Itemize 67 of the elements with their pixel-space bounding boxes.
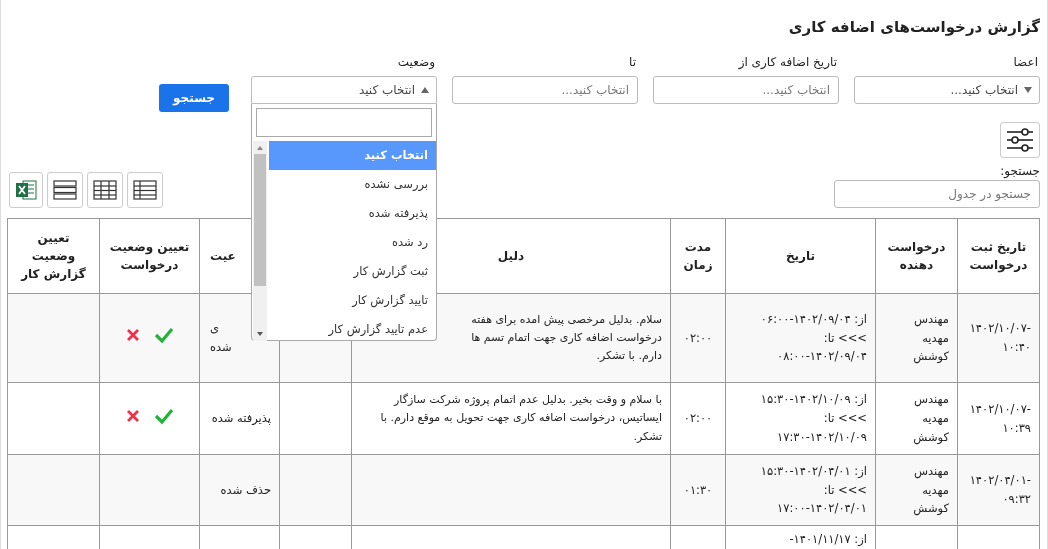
table-cell: از: ۱۴۰۲/۰۹/۰۴-۰۶:۰۰ >>> تا: ۱۴۰۲/۰۹/۰۴-۰۸:۰۰	[760, 311, 867, 364]
field-label: وضعیت	[397, 54, 435, 71]
table-cell-line: شده	[210, 339, 232, 356]
column-header: دلیل	[497, 249, 525, 263]
field-label: اعضا	[1013, 54, 1038, 71]
dropdown-option[interactable]: پذیرفته شده	[269, 199, 436, 228]
column-header: مدت زمان	[683, 240, 713, 272]
list-view-button[interactable]	[47, 172, 83, 208]
sliders-icon	[1006, 127, 1034, 153]
scroll-up-icon[interactable]	[257, 146, 263, 150]
scroll-down-icon[interactable]	[257, 332, 263, 336]
table-cell: ۰۲:۰۰	[683, 330, 713, 345]
grid-icon	[93, 180, 117, 200]
filter-settings-button[interactable]	[1000, 122, 1040, 158]
rows-icon	[53, 180, 77, 200]
field-label: تا	[629, 54, 636, 71]
column-header: درخواست دهنده	[887, 240, 946, 272]
scrollbar[interactable]	[253, 141, 267, 341]
date-field[interactable]: انتخاب کنید...	[452, 76, 638, 104]
table-cell: مهندس مهدیه کوشش	[913, 463, 949, 516]
search-label: جستجو:	[1000, 164, 1040, 178]
column-header: تاریخ	[785, 249, 816, 263]
column-header: تاریخ ثبت درخواست	[969, 240, 1028, 272]
excel-export-button[interactable]	[9, 172, 43, 208]
dropdown-option[interactable]: بررسی نشده	[269, 170, 436, 199]
grid-view-button[interactable]	[87, 172, 123, 208]
table-cell-line: دارم. با تشکر.	[596, 348, 662, 365]
table-cell: از: ۱۴۰۲/۰۴/۰۱-۱۵:۳۰ >>> تا: ۱۴۰۲/۰۴/۰۱-۱۷:۰۰	[760, 463, 867, 516]
dropdown-option[interactable]: تایید گزارش کار	[269, 286, 436, 315]
table-cell-line: ی	[210, 320, 219, 338]
column-header: عیت	[210, 249, 236, 263]
table-cell: حذف شده	[220, 482, 271, 497]
reject-close-icon[interactable]	[125, 328, 140, 342]
spreadsheet-icon	[15, 179, 37, 201]
dropdown-search-field[interactable]	[256, 108, 432, 137]
table-cell: ۱۴۰۲/۱۰/۰۷-۱۰:۳۹	[969, 401, 1031, 435]
select-field[interactable]: انتخاب کنید...	[854, 76, 1040, 104]
column-header: تعیین وضعیت گزارش کار	[21, 231, 86, 281]
dropdown-option[interactable]: عدم تایید گزارش کار	[269, 315, 436, 344]
table-cell: مهندس مهدیه کوشش	[913, 392, 949, 444]
table-cell: ۱۴۰۲/۱۰/۰۷-۱۰:۴۰	[969, 321, 1031, 354]
table-cell: از: ۱۴۰۲/۱۰/۰۹-۱۵:۳۰ >>> تا: ۱۴۰۲/۱۰/۰۹-۱۷:۳۰	[760, 392, 867, 444]
approve-check-icon[interactable]	[153, 407, 174, 424]
table-cell: ۰۱:۳۰	[683, 482, 713, 497]
select-field[interactable]: انتخاب کنید	[251, 76, 437, 104]
table-cell: ۰۲:۰۰	[683, 411, 713, 425]
caret-icon	[421, 87, 429, 93]
table-cell-line: سلام. بدلیل مرخصی پیش امده برای هفته	[471, 311, 662, 328]
field-label: تاریخ اضافه کاری از	[738, 54, 837, 71]
date-field[interactable]: انتخاب کنید...	[653, 76, 839, 104]
table-cell: از: ۱۴۰۱/۱۱/۱۷-	[789, 532, 867, 546]
table-cell: مهندس مهدیه کوشش	[913, 311, 949, 364]
dropdown-option[interactable]: رد شده	[269, 228, 436, 257]
table-view-button[interactable]	[127, 172, 163, 208]
table-cell: پذیرفته شده	[211, 411, 271, 425]
search-button[interactable]: جستجو	[159, 84, 229, 112]
table-icon	[133, 180, 157, 200]
column-header: تعیین وضعیت درخواست	[109, 240, 190, 272]
reject-close-icon[interactable]	[125, 408, 140, 423]
table-cell-line: درخواست اضافه کاری جهت اتمام تسم ها	[471, 329, 662, 346]
caret-icon	[1024, 87, 1032, 93]
table-cell: با سلام و وقت بخیر. بدلیل عدم اتمام پروژه شرکت سازگار ایساتیس، درخواست اضافه کاری جهت تحویل به موقع دارم. با تشکر.	[380, 393, 662, 443]
page-title: گزارش درخواست‌های اضافه کاری	[787, 17, 1040, 38]
dropdown-option[interactable]: ثبت گزارش کار	[269, 257, 436, 286]
table-cell: ۱۴۰۲/۰۴/۰۱-۰۹:۳۲	[969, 473, 1031, 506]
approve-check-icon[interactable]	[153, 327, 174, 343]
table-search-field[interactable]: جستجو در جدول	[834, 180, 1040, 208]
